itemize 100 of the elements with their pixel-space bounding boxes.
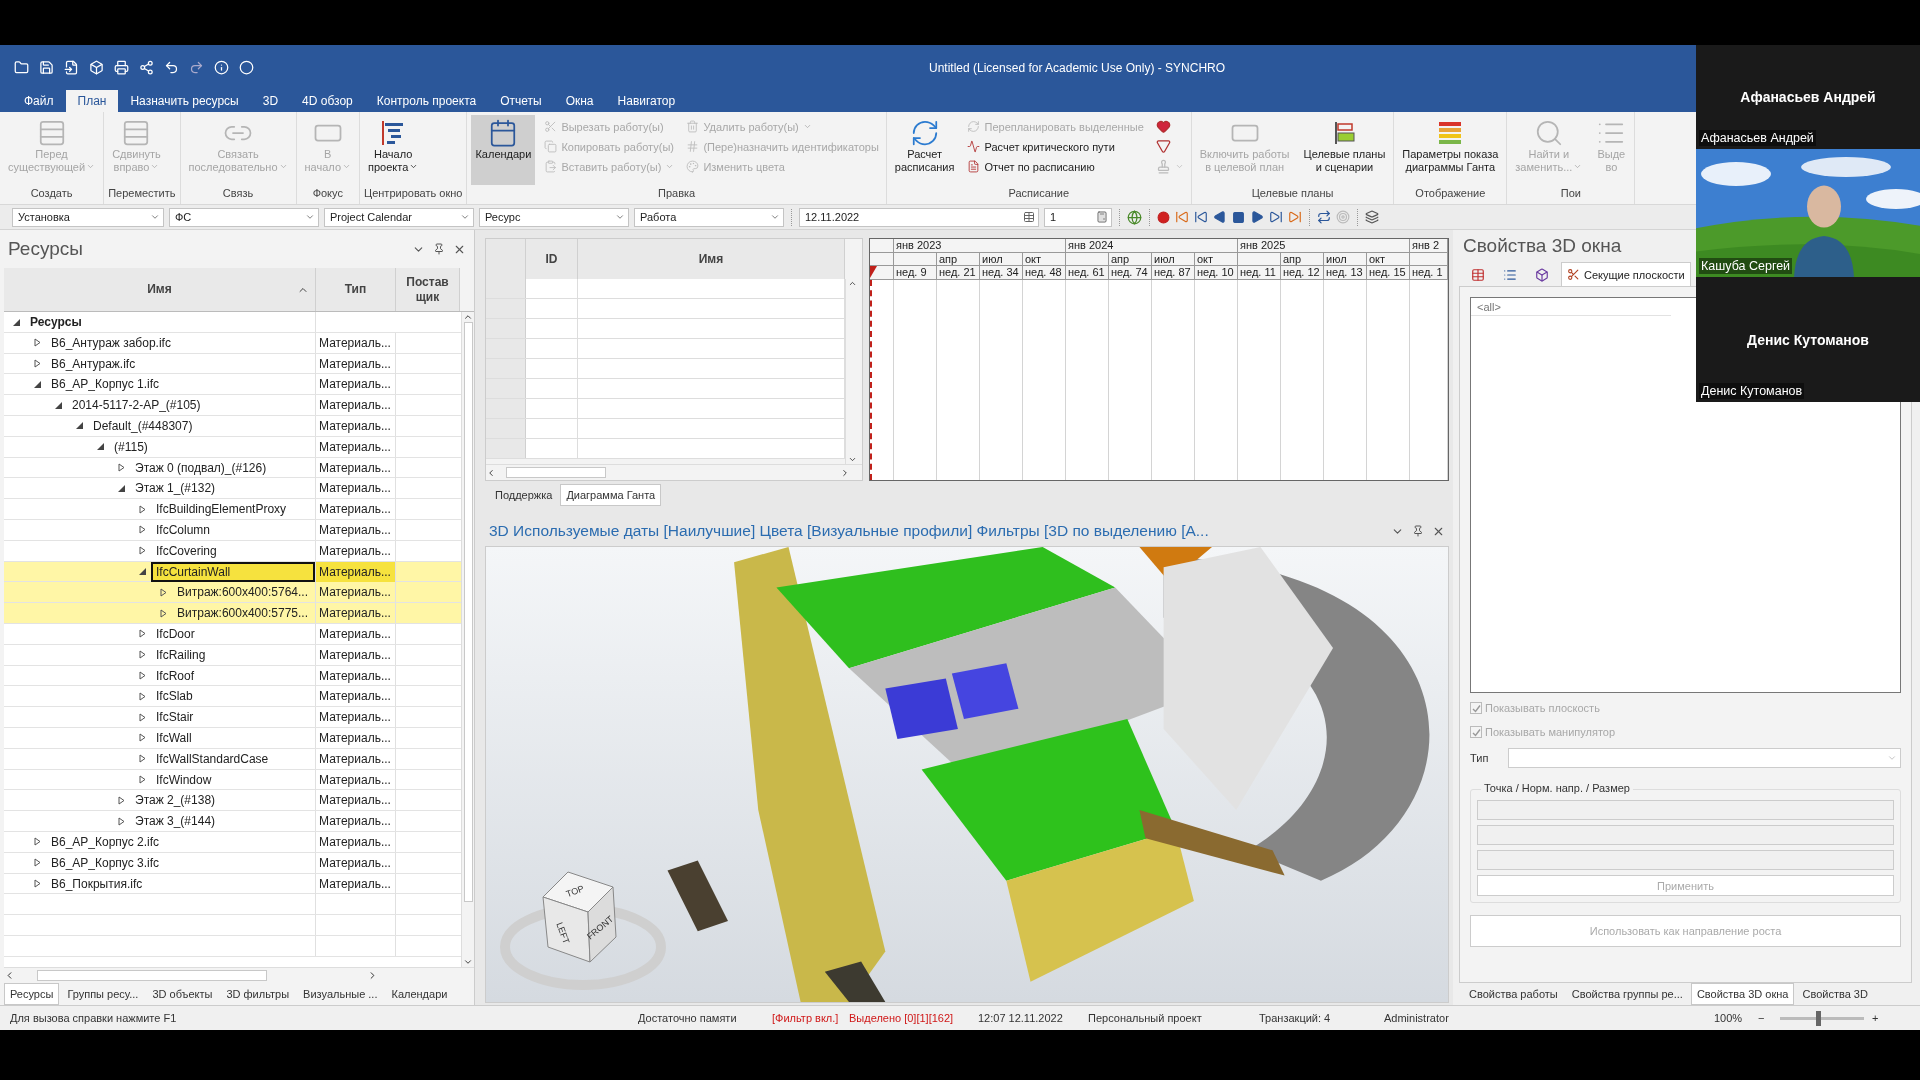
tree-row[interactable]: Витраж:600x400:5764... Материаль... bbox=[4, 582, 461, 604]
input-field[interactable] bbox=[1477, 800, 1894, 820]
menu-tab[interactable]: Файл bbox=[12, 90, 66, 112]
menu-tab[interactable]: Назначить ресурсы bbox=[118, 90, 251, 112]
expand-icon[interactable] bbox=[138, 754, 147, 764]
loop-icon[interactable] bbox=[1317, 210, 1331, 224]
tree-row[interactable]: IfcBuildingElementProxy Материаль... bbox=[4, 499, 461, 520]
input-field[interactable] bbox=[1477, 825, 1894, 845]
redo-icon[interactable] bbox=[189, 60, 204, 75]
skip-back-icon[interactable] bbox=[1194, 210, 1208, 224]
input-field[interactable] bbox=[1477, 850, 1894, 870]
dropdown[interactable]: ФС bbox=[169, 207, 319, 227]
tree-row[interactable]: IfcCovering Материаль... bbox=[4, 540, 461, 562]
expand-icon[interactable] bbox=[138, 504, 147, 514]
pin-icon[interactable] bbox=[433, 242, 445, 255]
collapse-icon[interactable] bbox=[117, 483, 126, 493]
tree-row[interactable]: IfcSlab Материаль... bbox=[4, 686, 461, 708]
dropdown[interactable]: Ресурс bbox=[479, 207, 629, 227]
collapse-icon[interactable] bbox=[12, 317, 21, 327]
tree-row[interactable]: Витраж:600x400:5775... Материаль... bbox=[4, 603, 461, 624]
globe-icon[interactable] bbox=[1127, 209, 1142, 225]
menu-tab[interactable]: Окна bbox=[553, 90, 606, 112]
expand-icon[interactable] bbox=[117, 816, 126, 826]
expand-icon[interactable] bbox=[138, 546, 147, 556]
dropdown[interactable]: Работа bbox=[634, 207, 784, 227]
help-icon[interactable] bbox=[214, 60, 229, 75]
expand-icon[interactable] bbox=[138, 733, 147, 743]
expand-icon[interactable] bbox=[138, 629, 147, 639]
scroll-right-icon[interactable] bbox=[840, 467, 850, 478]
scrollbar[interactable] bbox=[4, 967, 474, 983]
tree-row[interactable]: 2014-5117-2-АР_(#105) Материаль... bbox=[4, 395, 461, 416]
ribbon-button[interactable]: Расчет расписания bbox=[890, 115, 959, 185]
expand-icon[interactable] bbox=[117, 463, 126, 473]
tree-row[interactable]: (#115) Материаль... bbox=[4, 436, 461, 458]
column-header[interactable]: Тип bbox=[316, 268, 396, 311]
ribbon-button[interactable]: Отчет по расписанию bbox=[964, 157, 1147, 176]
panel-tab[interactable]: Ресурсы bbox=[4, 983, 60, 1005]
ribbon-button[interactable]: Календари bbox=[471, 115, 536, 185]
tree-row[interactable]: В6_Антураж.ifc Материаль... bbox=[4, 353, 461, 375]
tree-row[interactable]: IfcCurtainWall Материаль... bbox=[4, 561, 461, 583]
expand-icon[interactable] bbox=[138, 650, 147, 660]
expand-icon[interactable] bbox=[33, 858, 42, 868]
zoom-out-button[interactable]: − bbox=[1758, 1012, 1765, 1024]
share-icon[interactable] bbox=[139, 60, 154, 75]
stop-icon[interactable] bbox=[1232, 210, 1245, 224]
expand-icon[interactable] bbox=[33, 359, 42, 369]
panel-tab[interactable]: Свойства 3D bbox=[1796, 983, 1874, 1005]
scrollbar[interactable] bbox=[461, 312, 474, 967]
expand-icon[interactable] bbox=[138, 775, 147, 785]
menu-tab[interactable]: Контроль проекта bbox=[364, 90, 489, 112]
dropdown[interactable]: Установка bbox=[12, 207, 164, 227]
menu-tab[interactable]: 4D обзор bbox=[290, 90, 365, 112]
ribbon-button[interactable]: Расчет критического пути bbox=[964, 137, 1147, 156]
panel-tab[interactable]: 3D фильтры bbox=[220, 983, 296, 1005]
panel-tab[interactable]: Свойства 3D окна bbox=[1690, 983, 1795, 1005]
tree-row[interactable]: IfcDoor Материаль... bbox=[4, 623, 461, 645]
counter-field[interactable]: 1 bbox=[1044, 207, 1112, 227]
expand-icon[interactable] bbox=[138, 712, 147, 722]
pin-icon[interactable] bbox=[1412, 524, 1424, 537]
tree-row[interactable]: Этаж 2_(#138) Материаль... bbox=[4, 790, 461, 812]
panel-tab[interactable]: 3D объекты bbox=[146, 983, 219, 1005]
collapse-icon[interactable] bbox=[33, 379, 42, 389]
panel-tab[interactable]: Свойства работы bbox=[1463, 983, 1564, 1005]
slider-thumb[interactable] bbox=[1815, 1010, 1821, 1026]
expand-icon[interactable] bbox=[138, 525, 147, 535]
date-field[interactable]: 12.11.2022 bbox=[799, 207, 1039, 227]
expand-icon[interactable] bbox=[159, 587, 168, 597]
panel-tab[interactable]: Поддержка bbox=[489, 484, 559, 506]
skip-forward-icon[interactable] bbox=[1269, 210, 1283, 224]
tree-row[interactable]: IfcWall Материаль... bbox=[4, 727, 461, 749]
panel-tab[interactable]: Диаграмма Ганта bbox=[560, 484, 662, 506]
tree-row[interactable]: IfcWallStandardCase Материаль... bbox=[4, 748, 461, 770]
scroll-up-icon[interactable] bbox=[847, 279, 857, 288]
folder-icon[interactable] bbox=[14, 60, 29, 75]
dropdown[interactable]: Project Calendar bbox=[324, 207, 474, 227]
tree-row[interactable]: В6_Покрытия.ifc Материаль... bbox=[4, 873, 461, 895]
tree-row[interactable]: IfcColumn Материаль... bbox=[4, 519, 461, 541]
panel-tab[interactable]: Секущие плоскости bbox=[1561, 262, 1691, 286]
menu-tab[interactable]: 3D bbox=[250, 90, 291, 112]
expand-icon[interactable] bbox=[159, 608, 168, 618]
column-header[interactable]: ID bbox=[526, 239, 578, 279]
menu-tab[interactable]: Навигатор bbox=[605, 90, 688, 112]
layers-icon[interactable] bbox=[1365, 210, 1379, 224]
panel-tab[interactable]: Визуальные ... bbox=[297, 983, 384, 1005]
scroll-up-icon[interactable] bbox=[463, 312, 473, 322]
menu-tab[interactable]: План bbox=[65, 90, 119, 112]
tree-row[interactable]: Этаж 3_(#144) Материаль... bbox=[4, 811, 461, 832]
panel-tab[interactable]: Свойства группы ре... bbox=[1565, 983, 1689, 1005]
tree-row[interactable]: В6_АР_Корпус 3.ifc Материаль... bbox=[4, 852, 461, 874]
tree-row[interactable]: Этаж 0 (подвал)_(#126) Материаль... bbox=[4, 457, 461, 479]
tree-row[interactable]: IfcRoof Материаль... bbox=[4, 665, 461, 687]
ribbon-button[interactable]: Целевые планы и сценарии bbox=[1299, 115, 1390, 185]
save-icon[interactable] bbox=[39, 60, 54, 75]
expand-icon[interactable] bbox=[33, 837, 42, 847]
tree-row[interactable]: Default_(#448307) Материаль... bbox=[4, 416, 461, 437]
skip-back-icon[interactable] bbox=[1175, 210, 1189, 224]
expand-icon[interactable] bbox=[117, 795, 126, 805]
tree-row[interactable]: IfcStair Материаль... bbox=[4, 707, 461, 728]
record-icon[interactable] bbox=[1157, 210, 1170, 224]
panel-tab[interactable]: Календари bbox=[385, 983, 454, 1005]
